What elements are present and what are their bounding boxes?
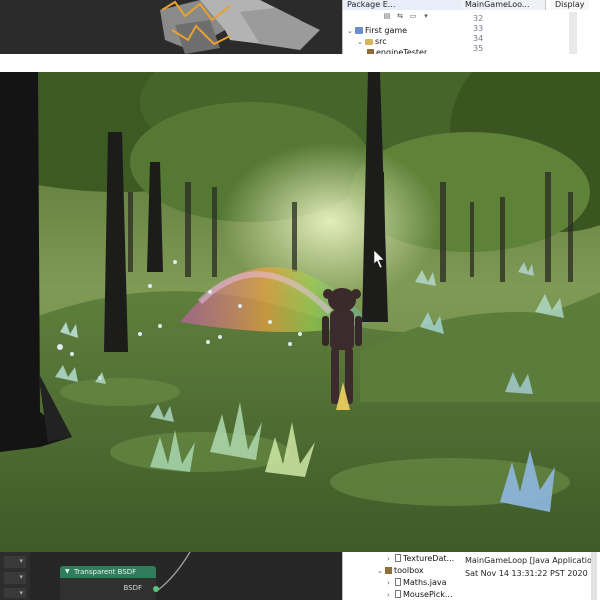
collapse-arrow-icon[interactable]: ▼	[65, 566, 70, 578]
forest-scene	[0, 72, 600, 552]
package-icon	[385, 567, 392, 574]
bottom-strip: ▾ ▾ ▾ ▼ Transparent BSDF BSDF › TextureDat…	[0, 552, 600, 600]
view-menu-icon[interactable]: ▾	[422, 12, 430, 20]
java-file-icon	[395, 578, 401, 586]
editor-scrollbar[interactable]	[569, 12, 577, 54]
console-title: MainGameLoop [Java Application] C:\	[465, 556, 595, 565]
screen-capture: Package E... ▤ ⇆ ▭ ▾ ⌄ First game ⌄ src en…	[0, 0, 600, 600]
console-timestamp: Sat Nov 14 13:31:22 PST 2020	[465, 569, 588, 578]
java-file-icon	[395, 554, 401, 562]
shader-node-editor: ▾ ▾ ▾ ▼ Transparent BSDF BSDF	[0, 552, 342, 600]
folder-icon[interactable]: ▭	[409, 12, 417, 20]
tree-item-file[interactable]: › TextureDat...	[387, 554, 454, 564]
top-strip: Package E... ▤ ⇆ ▭ ▾ ⌄ First game ⌄ src en…	[0, 0, 600, 54]
node-link	[157, 552, 191, 591]
tree-item-project[interactable]: ⌄ First game	[347, 26, 407, 36]
package-explorer-bottom: › TextureDat... ⌄ toolbox › Maths.java › Mou…	[343, 552, 462, 600]
java-file-icon	[395, 590, 401, 598]
window-gap	[0, 54, 600, 72]
line-number: 34	[473, 34, 484, 43]
chevron-right-icon[interactable]: ›	[387, 590, 395, 600]
mesh-preview	[160, 0, 320, 54]
chevron-down-icon[interactable]: ⌄	[357, 37, 365, 47]
node-header[interactable]: ▼ Transparent BSDF	[60, 566, 156, 578]
tree-item-file[interactable]: › Maths.java	[387, 578, 446, 588]
modeling-viewport-crop	[0, 0, 342, 54]
chevron-right-icon[interactable]: ›	[387, 554, 395, 564]
tree-item-src[interactable]: ⌄ src	[357, 37, 387, 47]
eclipse-ide-bottom: › TextureDat... ⌄ toolbox › Maths.java › Mou…	[342, 552, 600, 600]
code-editor: MainGameLoo... Display 32 33 34 35	[461, 0, 600, 54]
line-number: 35	[473, 44, 484, 53]
line-number: 33	[473, 24, 484, 33]
tree-item-package[interactable]: ⌄ toolbox	[377, 566, 424, 576]
eclipse-ide-top: Package E... ▤ ⇆ ▭ ▾ ⌄ First game ⌄ src en…	[342, 0, 600, 54]
game-viewport[interactable]	[0, 72, 600, 552]
chevron-down-icon[interactable]: ⌄	[347, 26, 355, 36]
folder-icon	[365, 39, 373, 45]
tree-item-file[interactable]: › MousePick...	[387, 590, 453, 600]
node-output-label: BSDF	[123, 584, 142, 592]
transparent-bsdf-node[interactable]: ▼ Transparent BSDF BSDF	[60, 566, 159, 600]
console-scrollbar[interactable]	[591, 552, 597, 600]
package-explorer-toolbar: ▤ ⇆ ▭ ▾	[383, 12, 430, 22]
tab-main-game-loop[interactable]: MainGameLoo...	[461, 0, 546, 10]
console-view: MainGameLoop [Java Application] C:\ Sat …	[461, 552, 600, 600]
tab-display[interactable]: Display	[551, 0, 589, 10]
line-number: 32	[473, 14, 484, 23]
project-icon	[355, 27, 363, 34]
link-editor-icon[interactable]: ⇆	[396, 12, 404, 20]
output-socket[interactable]	[153, 586, 159, 592]
chevron-right-icon[interactable]: ›	[387, 578, 395, 588]
chevron-down-icon[interactable]: ⌄	[377, 566, 385, 576]
line-number-gutter: 32 33 34 35	[461, 12, 491, 54]
package-explorer-tab[interactable]: Package E...	[343, 0, 461, 10]
package-explorer: Package E... ▤ ⇆ ▭ ▾ ⌄ First game ⌄ src en…	[343, 0, 462, 54]
collapse-all-icon[interactable]: ▤	[383, 12, 391, 20]
